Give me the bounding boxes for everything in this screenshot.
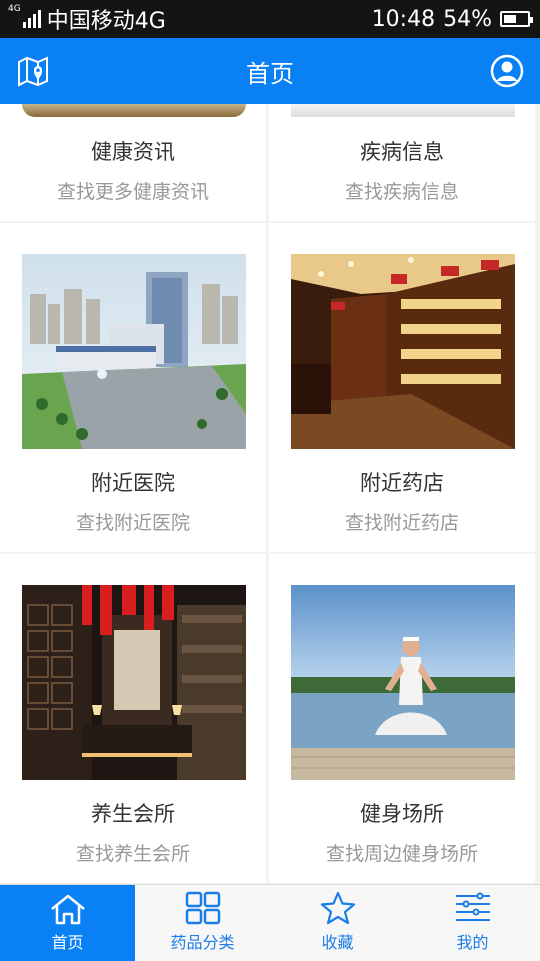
grid-item-nearby-pharmacy[interactable]: 附近药店 查找附近药店 (269, 223, 535, 552)
tab-label: 收藏 (321, 933, 354, 952)
main-content: 健康资讯 查找更多健康资讯 疾病信息 查找疾病信息 附近医院 查找附近医院 附近… (0, 104, 540, 884)
card-desc: 查找更多健康资讯 (56, 181, 209, 203)
grid-item-fitness-place[interactable]: 健身场所 查找周边健身场所 (269, 554, 535, 883)
disease-info-image (291, 104, 515, 117)
card-title: 附近医院 (91, 471, 175, 495)
card-desc: 查找疾病信息 (344, 181, 459, 203)
page-title: 首页 (246, 59, 294, 88)
wellness-club-image (22, 585, 246, 780)
card-desc: 查找养生会所 (75, 843, 190, 865)
status-bar: 4G 中国移动4G 10:48 54% (0, 0, 540, 38)
card-title: 附近药店 (360, 471, 444, 495)
signal-icon (22, 10, 41, 28)
tab-mine[interactable]: 我的 (405, 885, 540, 961)
tab-drug-category[interactable]: 药品分类 (135, 885, 270, 961)
battery-percent: 54% (443, 6, 492, 32)
user-icon[interactable] (490, 54, 524, 92)
card-title: 健身场所 (360, 802, 444, 826)
tab-label: 药品分类 (170, 933, 235, 952)
card-desc: 查找附近医院 (75, 512, 190, 534)
status-left: 4G 中国移动4G (8, 3, 166, 35)
grid-item-health-news[interactable]: 健康资讯 查找更多健康资讯 (0, 104, 266, 221)
settings-sliders-icon (455, 892, 490, 921)
map-icon[interactable] (16, 54, 50, 92)
bottom-tab-bar: 首页 药品分类 收藏 我的 (0, 884, 540, 961)
card-title: 疾病信息 (360, 140, 444, 164)
hospital-image (22, 254, 246, 449)
card-title: 健康资讯 (91, 140, 175, 164)
fitness-place-image (291, 585, 515, 780)
tab-label: 首页 (51, 933, 84, 952)
tab-home[interactable]: 首页 (0, 885, 135, 961)
card-desc: 查找周边健身场所 (325, 843, 478, 865)
tab-label: 我的 (456, 933, 489, 952)
battery-icon (500, 11, 533, 27)
pharmacy-image (291, 254, 515, 449)
card-title: 养生会所 (91, 802, 175, 826)
grid-item-nearby-hospital[interactable]: 附近医院 查找附近医院 (0, 223, 266, 552)
grid-item-wellness-club[interactable]: 养生会所 查找养生会所 (0, 554, 266, 883)
app-header: 首页 (0, 38, 540, 104)
card-desc: 查找附近药店 (344, 512, 459, 534)
health-news-image (22, 104, 246, 117)
clock: 10:48 (371, 6, 436, 32)
network-type-label: 4G (8, 4, 21, 14)
status-right: 10:48 54% (371, 6, 533, 32)
star-icon (320, 891, 355, 925)
grid-item-disease-info[interactable]: 疾病信息 查找疾病信息 (269, 104, 535, 221)
carrier-text: 中国移动4G (46, 9, 166, 34)
tab-favorites[interactable]: 收藏 (270, 885, 405, 961)
grid-icon (185, 891, 220, 925)
home-icon (50, 894, 85, 925)
